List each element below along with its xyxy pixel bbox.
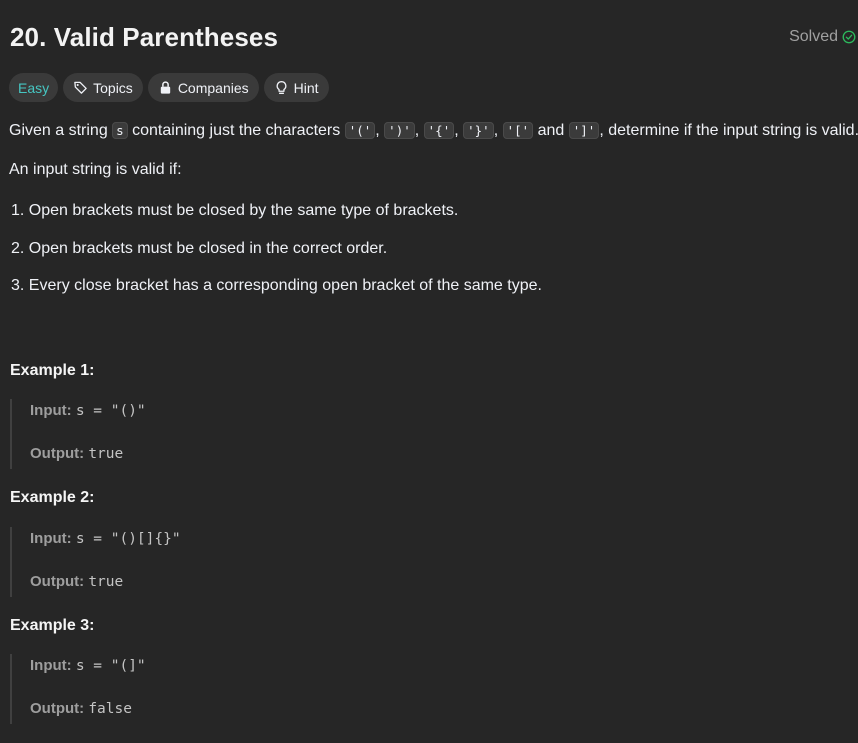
desc-text: , determine if the input string is valid… <box>599 122 858 139</box>
desc-sep: , <box>454 122 464 139</box>
code-char: ']' <box>568 122 600 139</box>
example-3-title: Example 3: <box>10 617 95 634</box>
output-value: true <box>88 574 124 590</box>
topics-label: Topics <box>93 79 133 96</box>
code-char: '[' <box>502 122 534 139</box>
problem-header: 20. Valid Parentheses Solved <box>10 22 858 56</box>
output-label: Output: <box>30 445 85 462</box>
code-var-s: s <box>112 122 128 139</box>
input-label: Input: <box>30 530 72 547</box>
output-value: true <box>88 446 124 462</box>
code-char: '{' <box>423 122 455 139</box>
solved-status: Solved <box>789 28 856 46</box>
code-char: ')' <box>384 122 415 139</box>
example-input: Input: s = "()[]{}" <box>30 530 181 547</box>
topics-button[interactable]: Topics <box>63 73 143 102</box>
input-value: s = "()" <box>75 403 146 419</box>
rules-list: 1. Open brackets must be closed by the s… <box>11 202 542 315</box>
example-2-block: Input: s = "()[]{}" Output: true <box>10 527 612 597</box>
desc-sep: , <box>493 122 503 139</box>
desc-text: Given a string <box>9 122 113 139</box>
tag-icon <box>74 81 87 94</box>
example-output: Output: true <box>30 445 123 462</box>
hint-label: Hint <box>293 79 319 96</box>
lightbulb-icon <box>276 81 287 94</box>
tag-bar: Easy Topics Companies Hint <box>9 73 329 102</box>
output-label: Output: <box>30 573 85 590</box>
input-value: s = "()[]{}" <box>75 531 181 547</box>
companies-button[interactable]: Companies <box>147 73 259 102</box>
problem-title[interactable]: 20. Valid Parentheses <box>10 22 278 52</box>
code-char: '(' <box>344 122 376 139</box>
example-1-block: Input: s = "()" Output: true <box>10 399 612 469</box>
rule-item: 3. Every close bracket has a correspondi… <box>11 277 542 294</box>
problem-description: Given a string s containing just the cha… <box>9 119 858 143</box>
desc-and: and <box>533 122 569 139</box>
example-3-block: Input: s = "(]" Output: false <box>10 654 612 724</box>
example-input: Input: s = "()" <box>30 402 146 419</box>
hint-button[interactable]: Hint <box>263 73 329 102</box>
desc-sep: , <box>414 122 424 139</box>
example-1-title: Example 1: <box>10 362 95 379</box>
input-value: s = "(]" <box>75 658 146 674</box>
output-label: Output: <box>30 700 85 717</box>
lock-icon <box>160 81 170 94</box>
difficulty-label: Easy <box>18 79 50 96</box>
desc-text: containing just the characters <box>127 122 345 139</box>
valid-if-text: An input string is valid if: <box>9 161 182 178</box>
input-label: Input: <box>30 402 72 419</box>
desc-sep: , <box>375 122 385 139</box>
difficulty-badge: Easy <box>9 73 59 102</box>
rule-item: 1. Open brackets must be closed by the s… <box>11 202 459 219</box>
input-label: Input: <box>30 657 72 674</box>
example-2-title: Example 2: <box>10 489 95 506</box>
solved-label: Solved <box>789 28 838 45</box>
code-char: '}' <box>463 122 494 139</box>
companies-label: Companies <box>177 79 249 96</box>
example-input: Input: s = "(]" <box>30 657 146 674</box>
example-output: Output: true <box>30 573 123 590</box>
rule-item: 2. Open brackets must be closed in the c… <box>11 239 388 257</box>
check-circle-icon <box>842 30 856 44</box>
example-output: Output: false <box>30 700 132 717</box>
output-value: false <box>88 701 132 717</box>
